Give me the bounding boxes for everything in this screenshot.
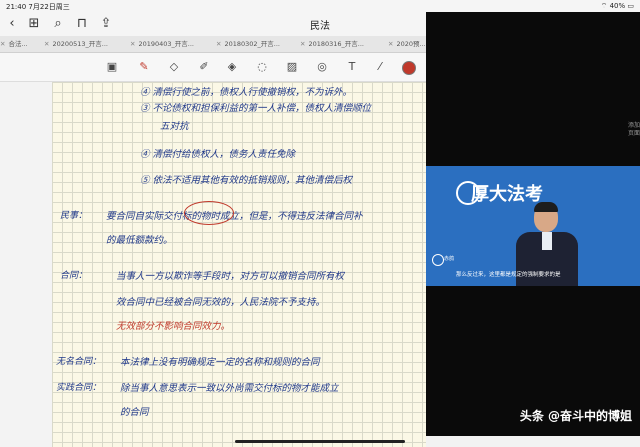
lecturer-hair [534,202,558,212]
channel-logo-icon [432,254,444,266]
pointer-icon[interactable]: ⁄ [372,60,388,74]
status-time: 21:40 7月22日周三 [6,3,70,11]
note-line: 除当事人意思表示一致以外尚需交付标的物才能成立 [120,383,339,394]
close-icon[interactable]: ✕ [216,40,221,48]
note-line: ④ 清偿行使之前，债权人行使撤销权，不为诉外。 [140,87,353,98]
note-term: 合同： [60,271,88,281]
note-line: ⑤ 依法不适用其他有效的抵销规则，其他清偿后权 [140,175,353,186]
pen-icon[interactable]: ✎ [136,60,152,74]
note-line: 的最低额款约。 [106,235,173,246]
note-line: 的合同 [120,407,149,418]
annotation-circle [184,201,234,225]
color-picker-icon[interactable] [402,61,416,75]
image-icon[interactable]: ▨ [284,60,300,74]
eraser-icon[interactable]: ◇ [166,60,182,74]
page-gutter [0,82,52,447]
close-icon[interactable]: ✕ [0,40,5,48]
note-line: 五对抗 [160,121,189,132]
close-icon[interactable]: ✕ [300,40,305,48]
shapes-icon[interactable]: ◈ [224,60,240,74]
note-term: 实践合同： [56,383,102,393]
note-line: 本法律上没有明确规定一定的名称和规则的合同 [120,357,320,368]
tab-4[interactable]: ✕ 20180316_开言... [300,38,386,50]
note-line: 要合同自实际交付标的物时成立，但是，不得违反法律合同补 [106,211,363,222]
close-icon[interactable]: ✕ [44,40,49,48]
battery-indicator: ⌔ 40% ▭ [600,2,634,10]
text-icon[interactable]: T [344,60,360,74]
channel-label: 赤鸽 [444,256,455,262]
highlighter-icon[interactable]: ✐ [196,60,212,74]
search-icon[interactable]: ⌕ [50,16,66,32]
close-icon[interactable]: ✕ [388,40,393,48]
tab-5[interactable]: ✕ 2020预... [388,38,428,50]
tab-0[interactable]: ✕ 合法... [0,38,44,50]
note-line-red: 无效部分不影响合同效力。 [116,321,231,332]
side-hint: 添加页面 [628,122,640,137]
lecturer-shirt [542,232,552,250]
tab-2[interactable]: ✕ 20190403_开言... [130,38,216,50]
share-icon[interactable]: ⇪ [98,16,114,32]
note-term: 无名合同： [56,357,102,367]
home-indicator[interactable] [235,440,405,443]
bookmark-icon[interactable]: ⊓ [74,16,90,32]
note-line: 效合同中已经被合同无效的，人民法院不予支持。 [116,297,326,308]
tab-1[interactable]: ✕ 20200513_开言... [44,38,130,50]
note-line: ④ 清偿付给债权人，债务人责任免除 [140,149,296,160]
page-title: 民法 [310,21,330,32]
video-overlay[interactable]: 厚大法考 赤鸽 那么反过来，这里都是规定的强制要求的是 头条 @奋斗中的博姐 [426,12,640,436]
video-subtitle: 那么反过来，这里都是规定的强制要求的是 [456,272,561,278]
read-mode-icon[interactable]: ▣ [104,60,120,74]
grid-icon[interactable]: ⊞ [26,16,42,32]
close-icon[interactable]: ✕ [130,40,135,48]
status-bar: 21:40 7月22日周三 ⌔ 40% ▭ [0,0,640,12]
back-icon[interactable]: ‹ [4,16,20,32]
video-frame[interactable]: 厚大法考 赤鸽 那么反过来，这里都是规定的强制要求的是 [426,166,640,286]
note-line: 当事人一方以欺诈等手段时，对方可以撤销合同所有权 [116,271,345,282]
camera-icon[interactable]: ◎ [314,60,330,74]
note-line: ③ 不论债权和担保利益的第一人补偿，债权人清偿顺位 [140,103,372,114]
tab-3[interactable]: ✕ 20180302_开言... [216,38,300,50]
brand-title: 厚大法考 [471,184,543,205]
note-term: 民事： [60,211,88,221]
lasso-icon[interactable]: ◌ [254,60,270,74]
watermark: 头条 @奋斗中的博姐 [519,409,632,423]
